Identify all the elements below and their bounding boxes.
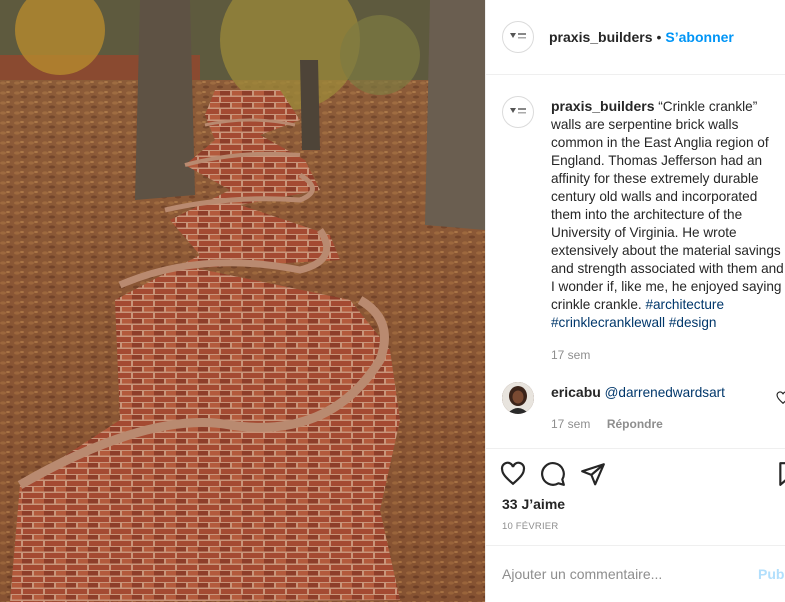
post-caption: praxis_builders “Crinkle crankle” walls … <box>551 97 785 364</box>
person-photo-icon <box>502 382 534 414</box>
bookmark-icon[interactable] <box>776 461 785 487</box>
post-date[interactable]: 10 FÉVRIER <box>502 521 558 532</box>
caption-avatar[interactable] <box>502 96 534 128</box>
comment-input[interactable]: Ajouter un commentaire... <box>502 566 662 582</box>
post-actions-section: 33 J’aime 10 FÉVRIER Ajouter un commenta… <box>486 448 785 602</box>
caption-time[interactable]: 17 sem <box>551 346 785 364</box>
comment: ericabu @darrenedwardsart <box>551 384 725 400</box>
praxis-logo-icon <box>510 108 526 114</box>
post-username[interactable]: praxis_builders <box>549 29 653 45</box>
hashtag-link[interactable]: #architecture <box>645 297 724 312</box>
caption-text: “Crinkle crankle” walls are serpentine b… <box>551 99 784 312</box>
heart-icon[interactable] <box>500 461 526 487</box>
caption-username[interactable]: praxis_builders <box>551 98 655 114</box>
share-icon[interactable] <box>580 461 606 487</box>
publish-button[interactable]: Publier <box>758 566 785 582</box>
hashtag-link[interactable]: #design <box>669 315 717 330</box>
comment-like-heart-icon[interactable] <box>776 391 785 405</box>
praxis-logo-icon <box>510 33 526 39</box>
comment-mention[interactable]: @darrenedwardsart <box>605 385 725 400</box>
reply-button[interactable]: Répondre <box>607 417 663 431</box>
comment-icon[interactable] <box>540 461 566 487</box>
likes-count[interactable]: 33 J’aime <box>502 496 565 512</box>
comment-time[interactable]: 17 sem <box>551 417 590 431</box>
post-photo[interactable] <box>0 0 485 602</box>
post-side-panel: praxis_builders • S’abonner praxis_builder… <box>485 0 785 602</box>
commenter-avatar[interactable] <box>502 382 534 414</box>
comment-username[interactable]: ericabu <box>551 384 601 400</box>
hashtag-link[interactable]: #crinklecranklewall <box>551 315 665 330</box>
follow-button[interactable]: S’abonner <box>665 29 733 45</box>
profile-avatar[interactable] <box>502 21 534 53</box>
separator-dot: • <box>656 29 662 45</box>
post-header: praxis_builders • S’abonner <box>486 0 785 75</box>
brick-wall-image <box>0 0 485 602</box>
comment-meta: 17 sem Répondre <box>551 415 663 433</box>
instagram-post-modal: praxis_builders • S’abonner praxis_builder… <box>0 0 785 602</box>
add-comment-bar: Ajouter un commentaire... Publier <box>486 545 785 602</box>
